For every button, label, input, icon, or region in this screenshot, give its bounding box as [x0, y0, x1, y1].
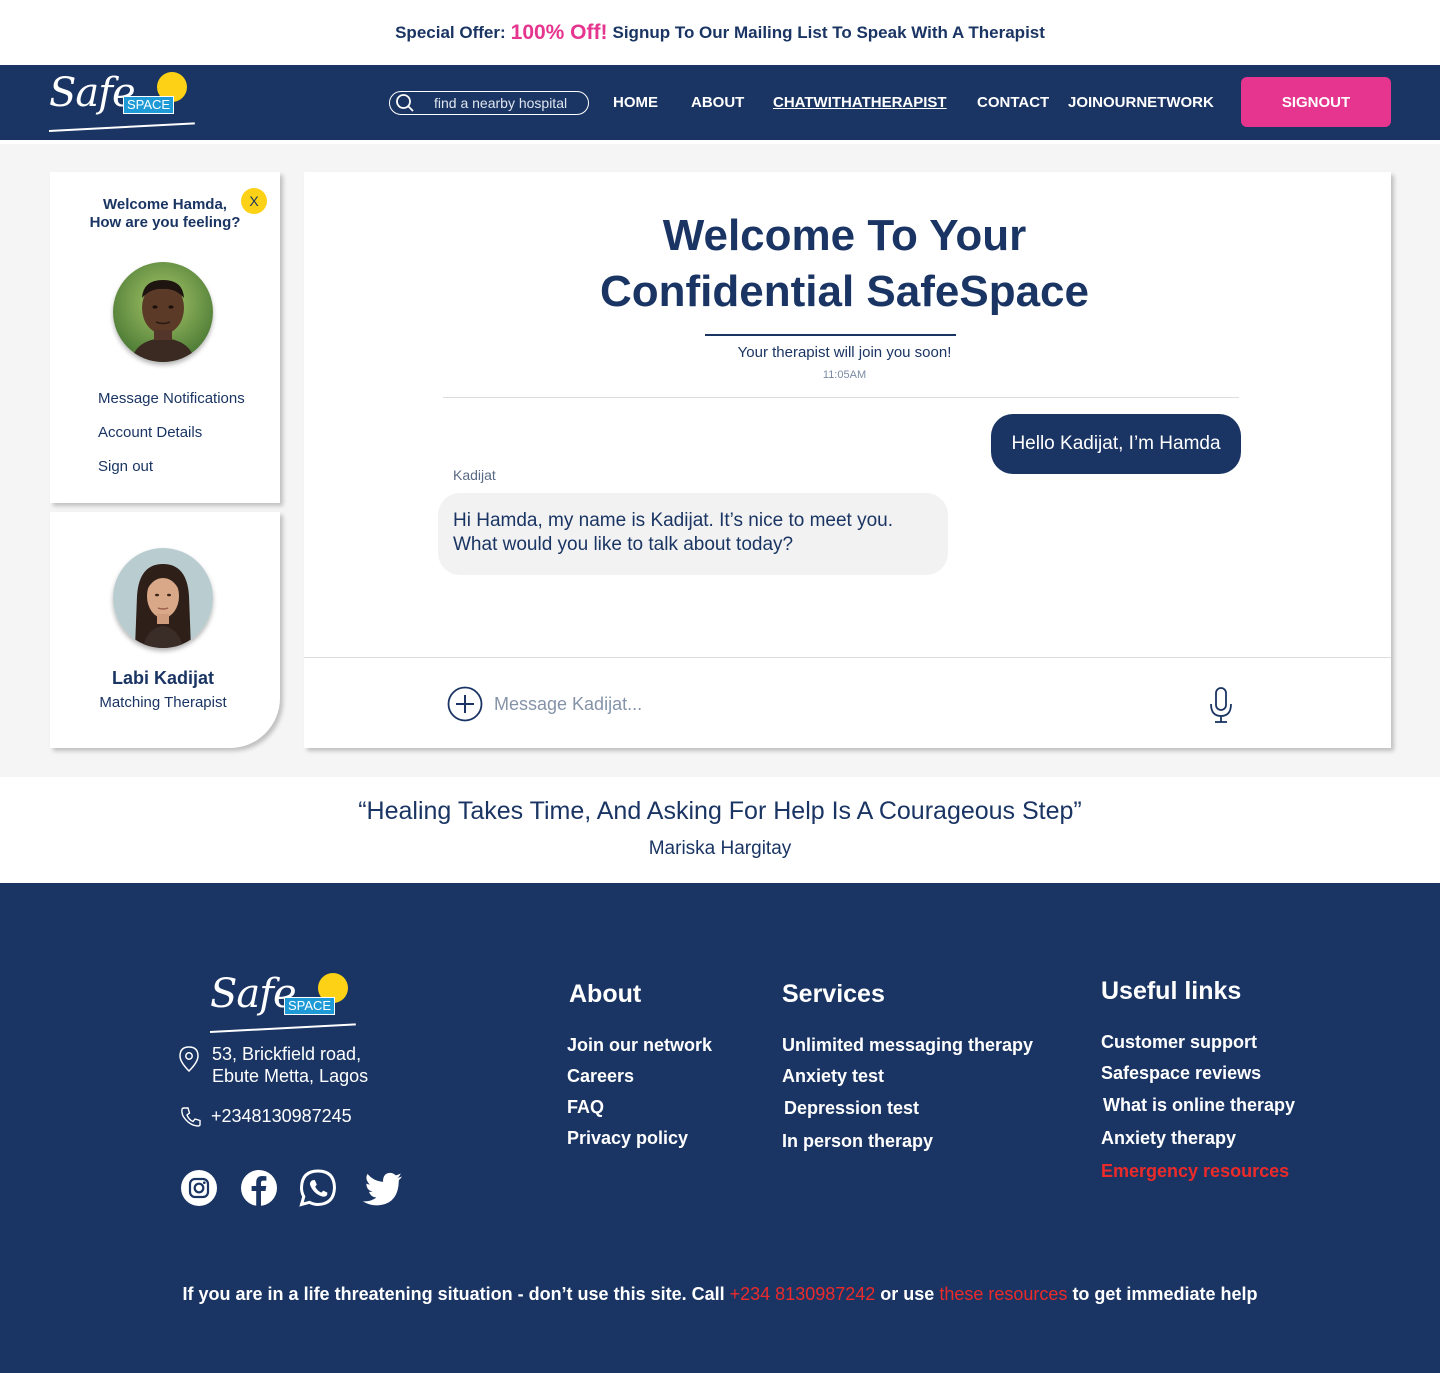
- footer-link-emergency-resources[interactable]: Emergency resources: [1101, 1161, 1289, 1182]
- therapist-avatar: [113, 548, 213, 648]
- microphone-button[interactable]: [1209, 687, 1233, 725]
- phone-icon: [180, 1106, 202, 1133]
- chat-divider: [443, 397, 1239, 398]
- signout-button[interactable]: SIGNOUT: [1241, 77, 1391, 127]
- footer-link-in-person-therapy[interactable]: In person therapy: [782, 1131, 933, 1152]
- footer-link-safespace-reviews[interactable]: Safespace reviews: [1101, 1063, 1261, 1084]
- address-line-2: Ebute Metta, Lagos: [212, 1066, 369, 1086]
- title-underline: [705, 334, 956, 336]
- chat-timestamp: 11:05AM: [822, 369, 867, 381]
- incoming-message: Hi Hamda, my name is Kadijat. It’s nice …: [438, 493, 948, 575]
- footer-link-unlimited-messaging[interactable]: Unlimited messaging therapy: [782, 1035, 1033, 1056]
- menu-account-details[interactable]: Account Details: [98, 424, 202, 441]
- input-divider: [304, 657, 1391, 658]
- microphone-icon: [1210, 687, 1232, 723]
- outgoing-message: Hello Kadijat, I’m Hamda: [991, 414, 1241, 474]
- footer-about-heading: About: [569, 980, 642, 1008]
- whatsapp-icon[interactable]: [299, 1169, 337, 1207]
- menu-message-notifications[interactable]: Message Notifications: [98, 390, 245, 407]
- footer-services-heading: Services: [782, 980, 885, 1008]
- menu-sign-out[interactable]: Sign out: [98, 458, 153, 475]
- safespace-logo[interactable]: Safe SPACE: [48, 68, 199, 134]
- twitter-icon[interactable]: [360, 1169, 404, 1207]
- logo-script: Safe: [49, 70, 136, 116]
- footer-link-depression-test[interactable]: Depression test: [784, 1098, 919, 1119]
- nav-chat-with-a-therapist[interactable]: CHATWITHATHERAPIST: [773, 94, 947, 111]
- user-avatar: [113, 262, 213, 362]
- therapist-role: Matching Therapist: [99, 694, 227, 711]
- emergency-phone-link[interactable]: +234 8130987242: [730, 1284, 876, 1304]
- footer-link-anxiety-test[interactable]: Anxiety test: [782, 1066, 884, 1087]
- logo-swoosh: [209, 1023, 356, 1033]
- therapist-card: Labi Kadijat Matching Therapist: [50, 512, 280, 748]
- address-line-1: 53, Brickfield road,: [212, 1044, 362, 1064]
- logo-script: Safe: [210, 971, 297, 1017]
- logo-box: SPACE: [284, 997, 336, 1015]
- profile-card: Welcome Hamda, How are you feeling? X Me…: [50, 172, 280, 503]
- search-placeholder: find a nearby hospital: [434, 95, 568, 111]
- hospital-search[interactable]: find a nearby hospital: [389, 91, 589, 115]
- quote-text: “Healing Takes Time, And Asking For Help…: [358, 797, 1082, 825]
- footer-phone[interactable]: +2348130987245: [211, 1106, 352, 1127]
- footer-link-faq[interactable]: FAQ: [567, 1097, 604, 1118]
- quote-author: Mariska Hargitay: [648, 838, 792, 859]
- footer-useful-heading: Useful links: [1101, 977, 1242, 1005]
- promo-text: Signup To Our Mailing List To Speak With…: [612, 22, 1045, 42]
- footer-link-customer-support[interactable]: Customer support: [1101, 1032, 1257, 1053]
- therapist-name: Labi Kadijat: [111, 668, 214, 688]
- message-input[interactable]: [494, 689, 1194, 719]
- footer-link-careers[interactable]: Careers: [567, 1066, 634, 1087]
- navbar: Safe SPACE find a nearby hospital HOME A…: [0, 65, 1440, 140]
- footer-link-privacy-policy[interactable]: Privacy policy: [567, 1128, 688, 1149]
- emergency-resources-link[interactable]: these resources: [939, 1284, 1067, 1304]
- chat-panel: Welcome To Your Confidential SafeSpace Y…: [304, 172, 1391, 748]
- nav-join-our-network[interactable]: JOINOURNETWORK: [1068, 94, 1214, 111]
- footer-link-anxiety-therapy[interactable]: Anxiety therapy: [1101, 1128, 1236, 1149]
- nav-contact[interactable]: CONTACT: [977, 94, 1049, 111]
- nav-about[interactable]: ABOUT: [691, 94, 744, 111]
- footer-link-join-network[interactable]: Join our network: [567, 1035, 712, 1056]
- promo-highlight: 100% Off!: [510, 20, 608, 44]
- plus-icon: [447, 686, 483, 722]
- logo-swoosh: [48, 122, 195, 132]
- logo-box: SPACE: [123, 96, 175, 114]
- facebook-icon[interactable]: [240, 1169, 278, 1207]
- chat-subtitle: Your therapist will join you soon!: [737, 344, 952, 361]
- location-pin-icon: [179, 1046, 199, 1077]
- footer-link-online-therapy[interactable]: What is online therapy: [1103, 1095, 1295, 1116]
- close-button[interactable]: X: [241, 188, 267, 214]
- search-icon: [392, 93, 418, 113]
- nav-home[interactable]: HOME: [613, 94, 658, 111]
- sender-name: Kadijat: [453, 467, 496, 483]
- add-attachment-button[interactable]: [447, 686, 483, 722]
- promo-banner: Special Offer: 100% Off! Signup To Our M…: [0, 0, 1440, 65]
- chat-title: Welcome To Your Confidential SafeSpace: [599, 211, 1089, 316]
- footer-logo[interactable]: Safe SPACE: [209, 969, 360, 1035]
- promo-lead: Special Offer:: [395, 22, 506, 42]
- emergency-disclaimer: If you are in a life threatening situati…: [182, 1284, 1258, 1304]
- instagram-icon[interactable]: [180, 1169, 218, 1207]
